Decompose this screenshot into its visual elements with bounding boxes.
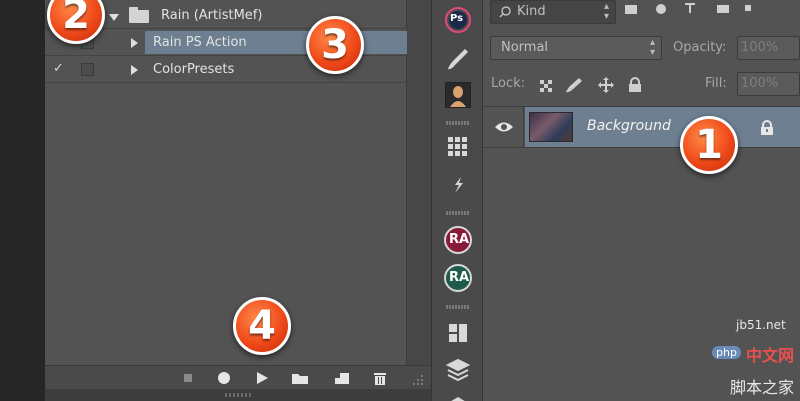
grip-dots bbox=[225, 393, 251, 397]
layout-panels-icon[interactable] bbox=[445, 320, 471, 346]
actions-scroll-gutter[interactable] bbox=[407, 0, 431, 401]
left-dark-strip bbox=[0, 0, 45, 401]
fill-value: 100% bbox=[741, 76, 779, 91]
trash-icon[interactable] bbox=[371, 370, 389, 386]
panel-dock-column: Ps RA RA bbox=[431, 0, 483, 401]
action-label: ColorPresets bbox=[153, 62, 235, 77]
lock-position-icon[interactable] bbox=[597, 76, 615, 98]
ps-badge-text: Ps bbox=[450, 13, 464, 24]
dialog-toggle-box[interactable] bbox=[81, 63, 94, 76]
grid-icon[interactable] bbox=[445, 134, 471, 160]
panel-drag-bar[interactable] bbox=[45, 389, 431, 401]
layer-row-background[interactable]: Background bbox=[483, 106, 800, 148]
callout-number: 3 bbox=[321, 22, 349, 68]
search-icon bbox=[499, 6, 511, 18]
new-action-icon[interactable] bbox=[333, 370, 351, 386]
visibility-toggle[interactable] bbox=[483, 107, 524, 147]
portrait-thumbnail-icon[interactable] bbox=[445, 82, 471, 108]
layers-panel: Kind ▴ ▾ Normal ▴ ▾ Opacity: 100% Lock: Fi… bbox=[483, 0, 800, 401]
callout-badge-1: 1 bbox=[680, 116, 738, 174]
brush-icon[interactable] bbox=[445, 46, 471, 72]
dock-separator bbox=[446, 121, 470, 125]
expand-triangle-down-icon[interactable] bbox=[109, 14, 119, 21]
folder-icon bbox=[129, 7, 149, 23]
ra-badge-text: RA bbox=[449, 232, 470, 247]
watermark-site: jb51.net bbox=[736, 318, 786, 332]
callout-number: 2 bbox=[62, 0, 90, 38]
layer-name[interactable]: Background bbox=[587, 118, 671, 134]
action-toggle-check[interactable]: ✓ bbox=[53, 61, 64, 76]
filter-kind-label: Kind bbox=[517, 4, 546, 19]
adjustment-icon[interactable] bbox=[445, 172, 471, 198]
lock-label: Lock: bbox=[491, 76, 526, 91]
layer-lock-icon bbox=[760, 120, 774, 140]
actions-bottom-toolbar bbox=[45, 365, 431, 389]
ps-icon[interactable]: Ps bbox=[445, 7, 471, 33]
watermark-php-label: php bbox=[712, 346, 741, 359]
lock-transparent-pixels-icon[interactable] bbox=[539, 78, 553, 97]
opacity-value: 100% bbox=[741, 40, 779, 55]
dock-more-icon[interactable] bbox=[445, 390, 471, 401]
resize-grip-icon[interactable] bbox=[411, 372, 429, 388]
layers-stack-icon[interactable] bbox=[445, 356, 471, 382]
lock-all-icon[interactable] bbox=[628, 77, 642, 97]
ra-plugin-icon[interactable]: RA bbox=[444, 226, 472, 254]
chevron-updown-icon: ▴ ▾ bbox=[603, 1, 609, 22]
play-icon[interactable] bbox=[253, 370, 271, 386]
watermark-cn-sub: 脚本之家 bbox=[730, 378, 795, 397]
opacity-label: Opacity: bbox=[673, 40, 727, 55]
callout-number: 1 bbox=[695, 122, 723, 168]
blend-mode-value: Normal bbox=[501, 40, 549, 55]
dock-separator bbox=[446, 211, 470, 215]
fill-input[interactable]: 100% bbox=[737, 72, 800, 96]
new-set-folder-icon[interactable] bbox=[291, 370, 309, 386]
fill-label: Fill: bbox=[705, 76, 727, 91]
callout-badge-3: 3 bbox=[306, 16, 364, 74]
action-set-label: Rain (ArtistMef) bbox=[161, 8, 263, 23]
blend-mode-select[interactable]: Normal ▴ ▾ bbox=[490, 36, 662, 60]
callout-badge-4: 4 bbox=[233, 297, 291, 355]
dock-separator bbox=[446, 305, 470, 309]
eye-icon bbox=[495, 122, 513, 132]
callout-number: 4 bbox=[248, 303, 276, 349]
expand-triangle-icon[interactable] bbox=[131, 38, 138, 48]
opacity-input[interactable]: 100% bbox=[737, 36, 800, 60]
ra-badge-text: RA bbox=[449, 270, 470, 285]
record-icon[interactable] bbox=[215, 370, 233, 386]
stop-icon[interactable] bbox=[179, 370, 197, 386]
action-label: Rain PS Action bbox=[153, 35, 247, 50]
filter-kind-select[interactable]: Kind ▴ ▾ bbox=[490, 0, 616, 24]
expand-triangle-icon[interactable] bbox=[131, 65, 138, 75]
ra-plugin-icon-2[interactable]: RA bbox=[444, 264, 472, 292]
lock-image-pixels-icon[interactable] bbox=[565, 77, 583, 97]
watermark-cn-text: 中文网 bbox=[746, 346, 795, 365]
filter-icons-row bbox=[621, 0, 800, 14]
chevron-updown-icon: ▴ ▾ bbox=[649, 37, 655, 58]
layer-thumbnail bbox=[529, 112, 573, 142]
